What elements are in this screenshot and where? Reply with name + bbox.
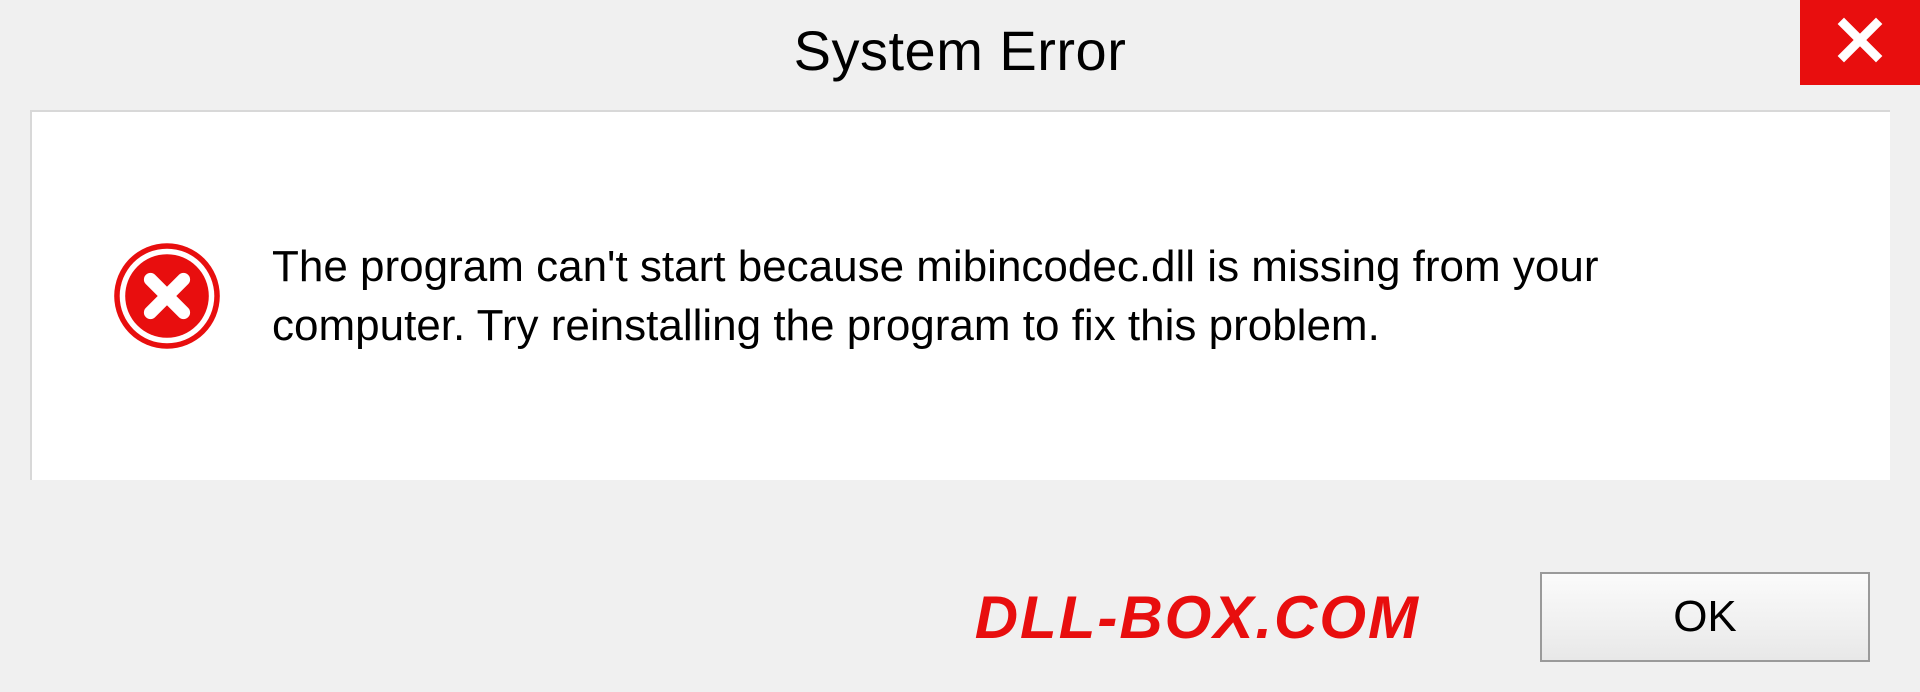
close-button[interactable] [1800,0,1920,85]
watermark-text: DLL-BOX.COM [975,583,1420,652]
close-icon [1836,16,1884,69]
ok-button[interactable]: OK [1540,572,1870,662]
message-panel: The program can't start because mibincod… [30,110,1890,480]
dialog-footer: DLL-BOX.COM OK [0,572,1920,662]
system-error-dialog: System Error The program can't start bec… [0,0,1920,692]
titlebar: System Error [0,0,1920,100]
ok-button-label: OK [1673,592,1737,642]
error-icon [112,241,222,351]
error-message: The program can't start because mibincod… [272,237,1722,356]
dialog-title: System Error [794,18,1127,83]
